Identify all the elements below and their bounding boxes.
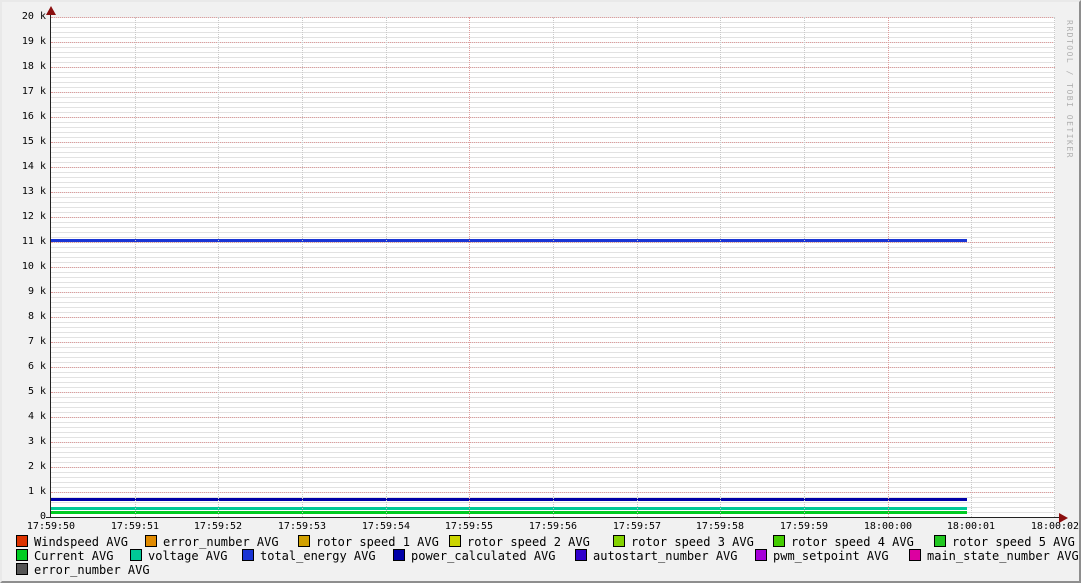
x-tick-label: 17:59:50 xyxy=(26,521,76,532)
legend-item-rotor-speed-5: rotor speed 5 AVG xyxy=(934,535,1075,549)
legend-item-error-number: error_number AVG xyxy=(145,535,279,549)
legend-label: rotor speed 1 AVG xyxy=(316,535,439,549)
legend-item-pwm-setpoint: pwm_setpoint AVG xyxy=(755,549,889,563)
y-tick-label: 16 k xyxy=(21,111,46,122)
legend-item-rotor-speed-3: rotor speed 3 AVG xyxy=(613,535,754,549)
x-tick-label: 17:59:52 xyxy=(193,521,243,532)
legend-label: voltage AVG xyxy=(148,549,228,563)
x-axis-line xyxy=(46,517,1060,518)
gridline-vertical xyxy=(720,17,721,517)
series-line-voltage xyxy=(51,507,967,510)
x-tick-label: 17:59:53 xyxy=(277,521,327,532)
legend-swatch xyxy=(130,549,142,561)
gridline-vertical xyxy=(804,17,805,517)
plot-area xyxy=(51,17,1055,517)
rrdtool-graph: 20 k 19 k 18 k 17 k 16 k 15 k 14 k 13 k … xyxy=(0,0,1081,583)
x-tick-label: 17:59:58 xyxy=(695,521,745,532)
legend-label: rotor speed 5 AVG xyxy=(952,535,1075,549)
legend-label: error_number AVG xyxy=(163,535,279,549)
legend-label: Current AVG xyxy=(34,549,114,563)
y-tick-label: 5 k xyxy=(27,386,46,397)
rrdtool-watermark: RRDTOOL / TOBI OETIKER xyxy=(1065,20,1074,159)
x-tick-label: 17:59:59 xyxy=(779,521,829,532)
x-tick-label: 17:59:56 xyxy=(528,521,578,532)
series-line-current xyxy=(51,511,967,514)
legend-swatch xyxy=(613,535,625,547)
legend-swatch xyxy=(145,535,157,547)
y-tick-label: 8 k xyxy=(27,311,46,322)
legend-swatch xyxy=(16,535,28,547)
legend-label: rotor speed 3 AVG xyxy=(631,535,754,549)
legend-swatch xyxy=(934,535,946,547)
legend-swatch xyxy=(575,549,587,561)
x-tick-label: 18:00:00 xyxy=(863,521,913,532)
x-tick-label: 17:59:54 xyxy=(361,521,411,532)
legend-label: Windspeed AVG xyxy=(34,535,128,549)
y-tick-label: 12 k xyxy=(21,211,46,222)
gridline-vertical xyxy=(386,17,387,517)
y-tick-label: 13 k xyxy=(21,186,46,197)
x-tick-label: 17:59:57 xyxy=(612,521,662,532)
gridline-vertical xyxy=(637,17,638,517)
y-tick-label: 20 k xyxy=(21,11,46,22)
legend-item-autostart-number: autostart_number AVG xyxy=(575,549,738,563)
y-tick-label: 15 k xyxy=(21,136,46,147)
y-tick-label: 6 k xyxy=(27,361,46,372)
legend-label: autostart_number AVG xyxy=(593,549,738,563)
legend-item-power-calculated: power_calculated AVG xyxy=(393,549,556,563)
legend-item-rotor-speed-2: rotor speed 2 AVG xyxy=(449,535,590,549)
gridline-vertical xyxy=(1054,17,1055,517)
gridline-vertical xyxy=(469,17,470,517)
gridline-vertical xyxy=(135,17,136,517)
x-tick-label: 17:59:51 xyxy=(110,521,160,532)
y-tick-label: 17 k xyxy=(21,86,46,97)
x-tick-label: 18:00:02 xyxy=(1030,521,1080,532)
legend-item-windspeed: Windspeed AVG xyxy=(16,535,128,549)
legend-label: total_energy AVG xyxy=(260,549,376,563)
y-tick-label: 4 k xyxy=(27,411,46,422)
legend-swatch xyxy=(773,535,785,547)
y-tick-label: 14 k xyxy=(21,161,46,172)
legend-swatch xyxy=(298,535,310,547)
legend-item-rotor-speed-1: rotor speed 1 AVG xyxy=(298,535,439,549)
legend-swatch xyxy=(16,563,28,575)
y-tick-label: 11 k xyxy=(21,236,46,247)
gridline-vertical xyxy=(218,17,219,517)
y-tick-label: 2 k xyxy=(27,461,46,472)
legend-swatch xyxy=(393,549,405,561)
legend-swatch xyxy=(242,549,254,561)
gridline-vertical xyxy=(971,17,972,517)
legend-item-voltage: voltage AVG xyxy=(130,549,228,563)
legend-label: pwm_setpoint AVG xyxy=(773,549,889,563)
legend-swatch xyxy=(755,549,767,561)
legend-swatch xyxy=(909,549,921,561)
y-tick-label: 9 k xyxy=(27,286,46,297)
y-tick-label: 18 k xyxy=(21,61,46,72)
y-tick-label: 19 k xyxy=(21,36,46,47)
y-axis-arrow-icon xyxy=(46,6,56,15)
legend-swatch xyxy=(449,535,461,547)
y-axis-line xyxy=(50,11,51,518)
legend-item-main-state-number: main_state_number AVG xyxy=(909,549,1079,563)
y-tick-label: 1 k xyxy=(27,486,46,497)
y-tick-label: 3 k xyxy=(27,436,46,447)
x-tick-label: 18:00:01 xyxy=(946,521,996,532)
gridline-vertical xyxy=(302,17,303,517)
legend-label: rotor speed 4 AVG xyxy=(791,535,914,549)
legend-item-error-number-2: error_number AVG xyxy=(16,563,150,577)
gridline-vertical xyxy=(888,17,889,517)
legend-item-total-energy: total_energy AVG xyxy=(242,549,376,563)
gridline-vertical xyxy=(553,17,554,517)
y-tick-label: 10 k xyxy=(21,261,46,272)
legend-item-rotor-speed-4: rotor speed 4 AVG xyxy=(773,535,914,549)
legend-item-current: Current AVG xyxy=(16,549,114,563)
y-tick-label: 7 k xyxy=(27,336,46,347)
legend-label: main_state_number AVG xyxy=(927,549,1079,563)
legend-swatch xyxy=(16,549,28,561)
legend-label: error_number AVG xyxy=(34,563,150,577)
series-line-power-calculated xyxy=(51,498,967,501)
legend-label: rotor speed 2 AVG xyxy=(467,535,590,549)
x-tick-label: 17:59:55 xyxy=(444,521,494,532)
legend-label: power_calculated AVG xyxy=(411,549,556,563)
